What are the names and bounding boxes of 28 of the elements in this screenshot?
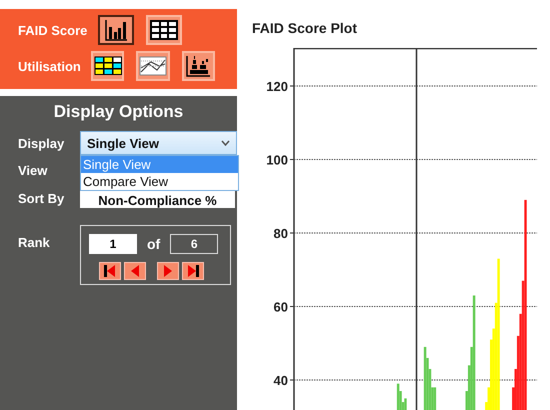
- field-label: Display: [18, 136, 66, 150]
- bar-chart-icon: [104, 19, 128, 41]
- display-dropdown[interactable]: Single View: [80, 131, 237, 155]
- field-label: Rank: [18, 235, 51, 250]
- line-chart-icon: [139, 56, 168, 76]
- y-axis-label: 80: [274, 226, 288, 241]
- field-label: Sort By: [18, 190, 66, 206]
- y-axis-label: 100: [266, 152, 288, 168]
- last-button[interactable]: [182, 262, 204, 280]
- first-button[interactable]: [99, 262, 121, 280]
- rank-total: 6: [170, 234, 218, 254]
- y-axis-label: 120: [266, 79, 288, 94]
- y-axis-label: 60: [274, 300, 288, 314]
- field-label: View: [18, 163, 48, 178]
- chevron-icon: [221, 140, 230, 146]
- toolbar-label: Utilisation: [18, 58, 82, 76]
- chart-title: FAID Score Plot: [252, 20, 358, 38]
- panel-title: Display Options: [52, 102, 184, 123]
- last-icon: [186, 264, 200, 278]
- of-label: of: [147, 236, 160, 252]
- stacked-chart-icon: [185, 55, 212, 77]
- grid-icon: [94, 56, 122, 76]
- first-icon: [103, 264, 117, 278]
- tool-button[interactable]: [98, 15, 134, 45]
- y-axis-label: 40: [274, 373, 288, 388]
- table-icon: [150, 20, 178, 40]
- rank-input[interactable]: 1: [89, 234, 137, 254]
- toolbar-label: FAID Score: [18, 22, 88, 40]
